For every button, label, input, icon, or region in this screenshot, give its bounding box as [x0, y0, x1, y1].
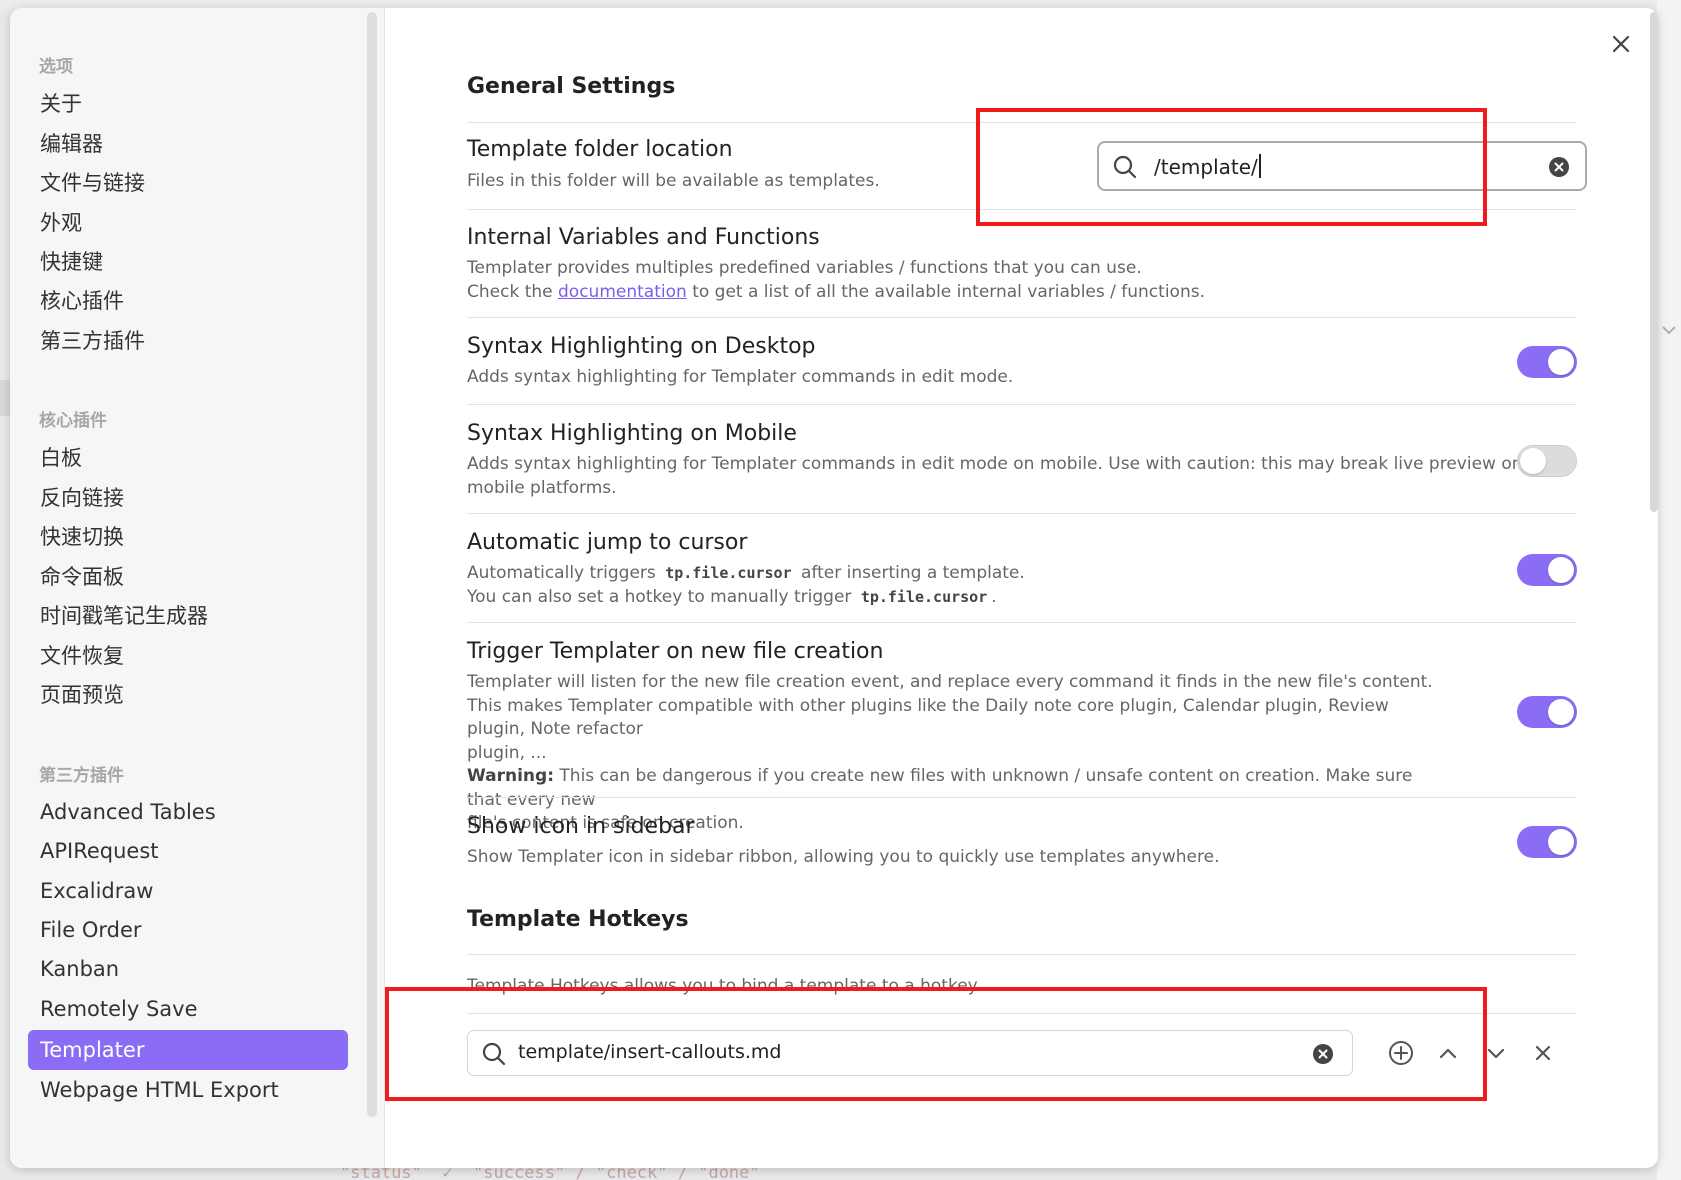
divider [467, 622, 1577, 623]
toggle-knob [1548, 349, 1574, 375]
trigger-new-file-name: Trigger Templater on new file creation [467, 639, 884, 664]
warning-label: Warning: [467, 766, 555, 786]
show-icon-toggle[interactable] [1517, 826, 1577, 858]
nav-item-backlinks[interactable]: 反向链接 [28, 478, 348, 518]
divider [467, 404, 1577, 405]
nav-item-about[interactable]: 关于 [28, 84, 348, 124]
highlight-box-folder [976, 108, 1487, 226]
nav-item-quick-switcher[interactable]: 快速切换 [28, 517, 348, 557]
divider [467, 513, 1577, 514]
nav-item-canvas[interactable]: 白板 [28, 438, 348, 478]
template-hotkeys-title: Template Hotkeys [467, 907, 689, 932]
syntax-desktop-name: Syntax Highlighting on Desktop [467, 334, 816, 359]
nav-item-file-order[interactable]: File Order [28, 910, 348, 950]
settings-sidebar: 选项 关于 编辑器 文件与链接 外观 快捷键 核心插件 第三方插件 核心插件 白… [10, 8, 385, 1168]
divider [467, 797, 1577, 798]
nav-item-page-preview[interactable]: 页面预览 [28, 675, 348, 715]
nav-item-templater[interactable]: Templater [28, 1030, 348, 1070]
background-editor-block [0, 380, 10, 416]
documentation-link[interactable]: documentation [558, 282, 687, 302]
background-window-right [1657, 0, 1681, 1180]
internal-vars-desc: Templater provides multiples predefined … [467, 258, 1205, 302]
clear-icon[interactable] [1547, 155, 1571, 179]
content-scrollbar[interactable] [1650, 12, 1658, 512]
auto-jump-name: Automatic jump to cursor [467, 530, 748, 555]
syntax-mobile-desc: Adds syntax highlighting for Templater c… [467, 454, 1523, 498]
nav-item-command-palette[interactable]: 命令面板 [28, 557, 348, 597]
nav-item-core-plugins[interactable]: 核心插件 [28, 281, 348, 321]
template-folder-name: Template folder location [467, 137, 733, 162]
syntax-mobile-name: Syntax Highlighting on Mobile [467, 421, 797, 446]
trigger-new-file-desc: Templater will listen for the new file c… [467, 672, 1433, 833]
nav-item-apirequest[interactable]: APIRequest [28, 831, 348, 871]
toggle-knob [1548, 557, 1574, 583]
show-icon-name: Show icon in sidebar [467, 814, 695, 839]
auto-jump-toggle[interactable] [1517, 554, 1577, 586]
show-icon-desc: Show Templater icon in sidebar ribbon, a… [467, 847, 1220, 867]
trigger-new-file-toggle[interactable] [1517, 696, 1577, 728]
divider [467, 317, 1577, 318]
syntax-desktop-desc: Adds syntax highlighting for Templater c… [467, 367, 1014, 387]
nav-item-excalidraw[interactable]: Excalidraw [28, 871, 348, 911]
nav-item-remotely-save[interactable]: Remotely Save [28, 989, 348, 1029]
general-settings-title: General Settings [467, 74, 676, 99]
nav-item-file-recovery[interactable]: 文件恢复 [28, 636, 348, 676]
sidebar-scrollbar[interactable] [367, 12, 377, 1117]
close-icon[interactable] [1605, 28, 1637, 60]
syntax-mobile-toggle[interactable] [1517, 445, 1577, 477]
nav-item-unique-note-creator[interactable]: 时间戳笔记生成器 [28, 596, 348, 636]
auto-jump-desc: Automatically triggers tp.file.cursor af… [467, 563, 1025, 607]
nav-item-community-plugins[interactable]: 第三方插件 [28, 321, 348, 361]
syntax-desktop-toggle[interactable] [1517, 346, 1577, 378]
remove-icon[interactable] [1527, 1037, 1559, 1069]
nav-item-kanban[interactable]: Kanban [28, 949, 348, 989]
background-chevron-down-icon [1662, 326, 1676, 335]
nav-item-editor[interactable]: 编辑器 [28, 124, 348, 164]
nav-item-files-links[interactable]: 文件与链接 [28, 163, 348, 203]
toggle-knob [1548, 699, 1574, 725]
highlight-box-hotkey [385, 987, 1487, 1101]
nav-item-appearance[interactable]: 外观 [28, 203, 348, 243]
nav-heading-core-plugins: 核心插件 [39, 411, 107, 431]
nav-heading-options: 选项 [39, 57, 73, 77]
toggle-knob [1520, 448, 1546, 474]
nav-item-webpage-html-export[interactable]: Webpage HTML Export [28, 1070, 348, 1110]
nav-heading-community-plugins: 第三方插件 [39, 766, 124, 786]
toggle-knob [1548, 829, 1574, 855]
nav-item-hotkeys[interactable]: 快捷键 [28, 242, 348, 282]
divider [467, 954, 1577, 955]
nav-item-advanced-tables[interactable]: Advanced Tables [28, 792, 348, 832]
internal-vars-name: Internal Variables and Functions [467, 225, 820, 250]
template-folder-desc: Files in this folder will be available a… [467, 171, 880, 191]
